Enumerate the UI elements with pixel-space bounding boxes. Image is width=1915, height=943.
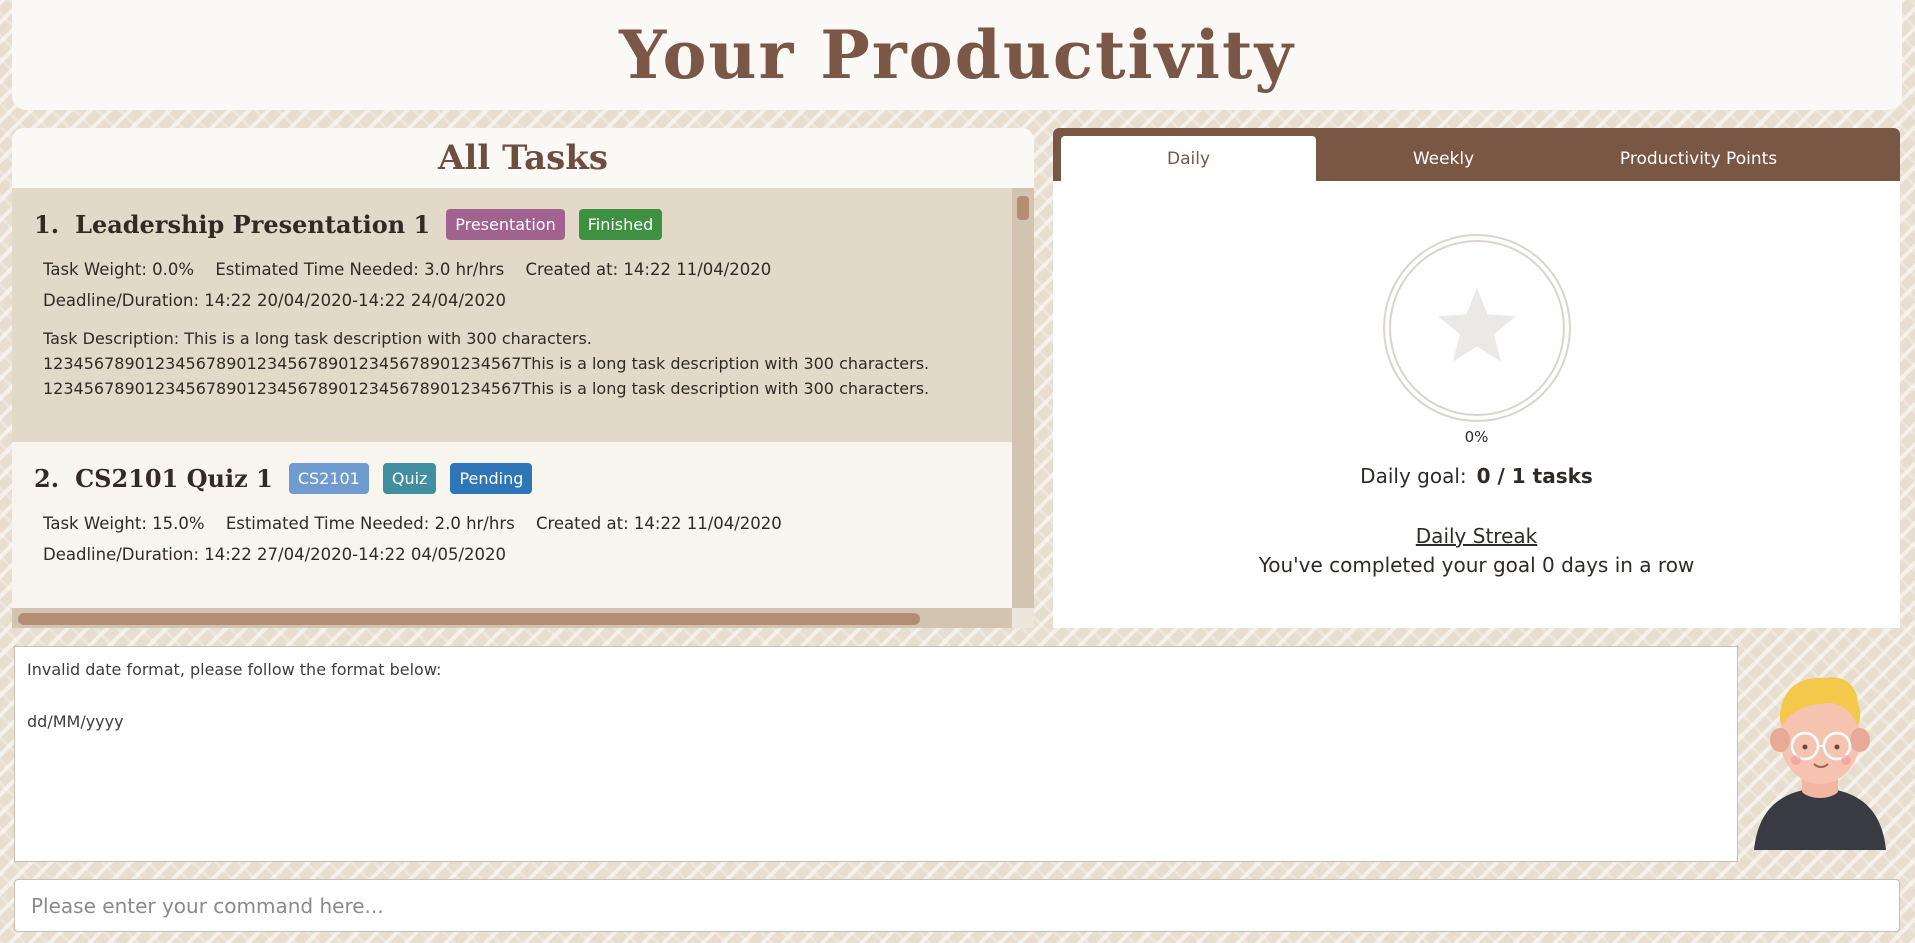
task-weight: Task Weight: 15.0%: [43, 514, 205, 533]
task-index: 2.: [34, 463, 60, 493]
tag-badge: CS2101: [288, 462, 369, 494]
task-time-needed: Estimated Time Needed: 2.0 hr/hrs: [225, 514, 515, 533]
task-list[interactable]: 1. Leadership Presentation 1 Presentatio…: [12, 188, 1012, 608]
app-title: Your Productivity: [619, 16, 1295, 94]
streak-title: Daily Streak: [1415, 524, 1538, 548]
task-card[interactable]: 1. Leadership Presentation 1 Presentatio…: [12, 188, 1012, 442]
streak-text: You've completed your goal 0 days in a r…: [1258, 553, 1695, 577]
vertical-scrollbar[interactable]: [1012, 188, 1034, 628]
tab-weekly[interactable]: Weekly: [1316, 136, 1571, 181]
assistant-avatar: [1750, 660, 1890, 850]
horizontal-scrollbar[interactable]: [12, 608, 1012, 628]
task-name: Leadership Presentation 1: [75, 209, 431, 239]
task-header: 1. Leadership Presentation 1 Presentatio…: [34, 206, 990, 242]
horizontal-scroll-thumb[interactable]: [18, 613, 920, 625]
task-deadline: Deadline/Duration: 14:22 27/04/2020-14:2…: [43, 545, 506, 564]
tag-badge: Presentation: [446, 208, 565, 240]
daily-goal-label: Daily goal:: [1360, 464, 1467, 488]
daily-goal: Daily goal: 0 / 1 tasks: [1053, 464, 1900, 488]
tab-daily[interactable]: Daily: [1061, 136, 1316, 181]
task-meta-line: Task Weight: 0.0% Estimated Time Needed:…: [43, 260, 990, 279]
result-format: dd/MM/yyyy: [27, 712, 124, 731]
task-name: CS2101 Quiz 1: [75, 463, 273, 493]
task-deadline: Deadline/Duration: 14:22 20/04/2020-14:2…: [43, 291, 506, 310]
progress-ring: [1379, 230, 1575, 426]
command-input[interactable]: [14, 879, 1900, 932]
task-index: 1.: [34, 209, 60, 239]
result-display[interactable]: Invalid date format, please follow the f…: [14, 646, 1738, 862]
task-created: Created at: 14:22 11/04/2020: [525, 260, 772, 279]
status-badge: Finished: [578, 208, 663, 240]
vertical-scroll-thumb[interactable]: [1017, 196, 1029, 220]
task-created: Created at: 14:22 11/04/2020: [535, 514, 782, 533]
status-badge: Pending: [450, 462, 533, 494]
daily-goal-value: 0 / 1 tasks: [1476, 464, 1593, 488]
task-description: Task Description: This is a long task de…: [43, 329, 930, 398]
header: Your Productivity: [12, 0, 1902, 110]
tab-productivity-points[interactable]: Productivity Points: [1571, 136, 1826, 181]
tag-badge: Quiz: [382, 462, 437, 494]
tab-bar: Daily Weekly Productivity Points: [1053, 128, 1900, 181]
tasks-panel: All Tasks 1. Leadership Presentation 1 P…: [12, 128, 1034, 628]
task-weight: Task Weight: 0.0%: [43, 260, 195, 279]
progress-ring-graphic: [1383, 234, 1571, 422]
tasks-panel-title: All Tasks: [438, 138, 608, 178]
task-meta-line: Task Weight: 15.0% Estimated Time Needed…: [43, 514, 990, 533]
progress-percent: 0%: [1464, 428, 1489, 446]
scrollbar-corner: [1012, 608, 1034, 628]
stats-panel: Daily Weekly Productivity Points 0% Dail…: [1053, 128, 1900, 628]
task-time-needed: Estimated Time Needed: 3.0 hr/hrs: [215, 260, 505, 279]
task-card[interactable]: 2. CS2101 Quiz 1 CS2101 Quiz Pending Tas…: [12, 442, 1012, 608]
task-header: 2. CS2101 Quiz 1 CS2101 Quiz Pending: [34, 460, 990, 496]
result-message: Invalid date format, please follow the f…: [27, 660, 442, 679]
